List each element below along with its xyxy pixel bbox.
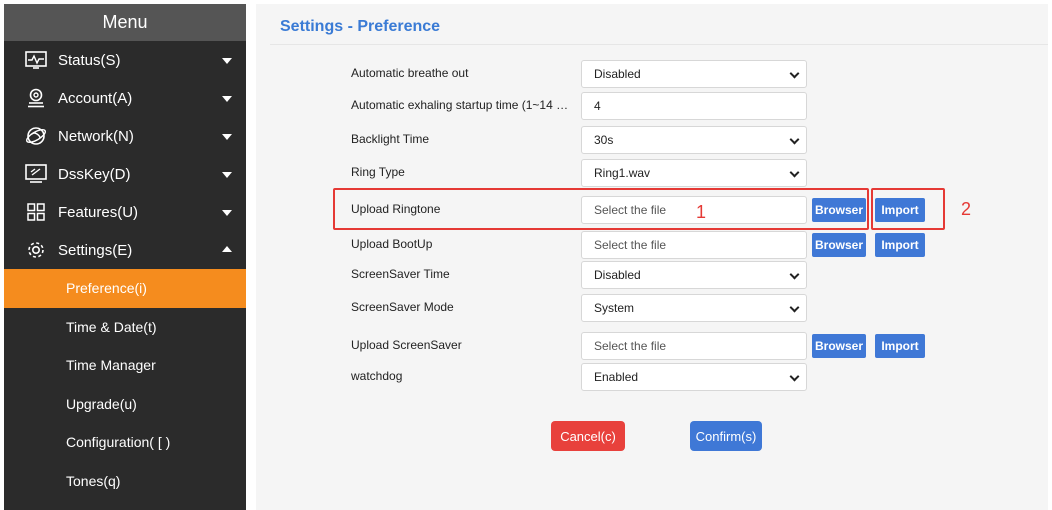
row-label: Ring Type	[351, 165, 405, 179]
row-label: Automatic breathe out	[351, 66, 469, 80]
chevron-down-icon	[222, 134, 232, 140]
file-placeholder: Select the file	[594, 339, 667, 353]
row-breathe-out: Automatic breathe out Disabled	[256, 60, 1048, 88]
monitor-pulse-icon	[24, 48, 48, 72]
row-watchdog: watchdog Enabled	[256, 363, 1048, 391]
main-panel: Settings - Preference Automatic breathe …	[256, 4, 1048, 510]
chevron-down-icon	[222, 58, 232, 64]
nav-item-network[interactable]: Network(N)	[4, 117, 246, 155]
select-value: System	[594, 301, 635, 315]
nav-item-account[interactable]: Account(A)	[4, 79, 246, 117]
highlight-box-1	[333, 188, 869, 230]
bootup-browser-button[interactable]: Browser	[812, 233, 866, 257]
chevron-up-icon	[222, 246, 232, 252]
chevron-down-icon	[789, 302, 800, 313]
select-value: Enabled	[594, 370, 639, 384]
annotation-number-1: 1	[696, 202, 707, 222]
dsskey-icon	[24, 162, 48, 186]
nav-label-settings: Settings(E)	[58, 241, 133, 259]
subnav-preference[interactable]: Preference(i)	[4, 269, 246, 308]
input-value: 4	[594, 99, 601, 113]
cancel-button[interactable]: Cancel(c)	[551, 421, 625, 451]
row-ring-type: Ring Type Ring1.wav	[256, 159, 1048, 187]
select-value: 30s	[594, 133, 614, 147]
row-label: Backlight Time	[351, 132, 430, 146]
subnav-time-manager[interactable]: Time Manager	[4, 346, 246, 385]
grid-icon	[24, 200, 48, 224]
row-label: ScreenSaver Time	[351, 267, 450, 281]
chevron-down-icon	[789, 371, 800, 382]
row-label: watchdog	[351, 369, 403, 383]
nav-item-status[interactable]: Status(S)	[4, 41, 246, 79]
row-exhale-startup: Automatic exhaling startup time (1~14 se…	[256, 92, 1048, 120]
annotation-number-2: 2	[961, 199, 972, 219]
chevron-down-icon	[222, 172, 232, 178]
select-value: Ring1.wav	[594, 166, 651, 180]
nav-item-features[interactable]: Features(U)	[4, 193, 246, 231]
highlight-box-2	[871, 188, 945, 230]
nav-label-status: Status(S)	[58, 51, 121, 69]
nav-item-dsskey[interactable]: DssKey(D)	[4, 155, 246, 193]
title-divider	[270, 44, 1048, 45]
nav-item-settings[interactable]: Settings(E)	[4, 231, 246, 269]
select-value: Disabled	[594, 268, 641, 282]
row-label: Upload BootUp	[351, 237, 433, 251]
screensaver-browser-button[interactable]: Browser	[812, 334, 866, 358]
row-screensaver-mode: ScreenSaver Mode System	[256, 294, 1048, 322]
screensaver-import-button[interactable]: Import	[875, 334, 925, 358]
chevron-down-icon	[789, 68, 800, 79]
screensaver-file-input[interactable]: Select the file	[581, 332, 807, 360]
app: Menu Status(S) Account(A) Network(N) Dss…	[0, 0, 1052, 510]
subnav-configuration[interactable]: Configuration( [ )	[4, 423, 246, 462]
sidebar: Menu Status(S) Account(A) Network(N) Dss…	[4, 4, 246, 510]
menu-header: Menu	[4, 4, 246, 41]
exhale-startup-input[interactable]: 4	[581, 92, 807, 120]
subnav-upgrade[interactable]: Upgrade(u)	[4, 385, 246, 424]
confirm-button[interactable]: Confirm(s)	[690, 421, 762, 451]
chevron-down-icon	[222, 96, 232, 102]
file-placeholder: Select the file	[594, 238, 667, 252]
subnav-time-date[interactable]: Time & Date(t)	[4, 308, 246, 347]
ring-type-select[interactable]: Ring1.wav	[581, 159, 807, 187]
screensaver-time-select[interactable]: Disabled	[581, 261, 807, 289]
network-globe-icon	[24, 124, 48, 148]
chevron-down-icon	[789, 134, 800, 145]
bootup-file-input[interactable]: Select the file	[581, 231, 807, 259]
row-screensaver-time: ScreenSaver Time Disabled	[256, 261, 1048, 289]
nav-label-features: Features(U)	[58, 203, 139, 221]
gear-icon	[24, 238, 48, 262]
watchdog-select[interactable]: Enabled	[581, 363, 807, 391]
backlight-time-select[interactable]: 30s	[581, 126, 807, 154]
row-label: Automatic exhaling startup time (1~14 se…	[351, 98, 573, 112]
account-icon	[24, 86, 48, 110]
row-label: ScreenSaver Mode	[351, 300, 454, 314]
row-backlight-time: Backlight Time 30s	[256, 126, 1048, 154]
screensaver-mode-select[interactable]: System	[581, 294, 807, 322]
select-value: Disabled	[594, 67, 641, 81]
row-label: Upload ScreenSaver	[351, 338, 462, 352]
nav-label-account: Account(A)	[58, 89, 133, 107]
nav-label-dsskey: DssKey(D)	[58, 165, 131, 183]
nav-label-network: Network(N)	[58, 127, 134, 145]
row-upload-screensaver: Upload ScreenSaver Select the file Brows…	[256, 332, 1048, 360]
chevron-down-icon	[222, 210, 232, 216]
breathe-out-select[interactable]: Disabled	[581, 60, 807, 88]
chevron-down-icon	[789, 167, 800, 178]
bootup-import-button[interactable]: Import	[875, 233, 925, 257]
subnav-tones[interactable]: Tones(q)	[4, 462, 246, 501]
page-title: Settings - Preference	[280, 18, 441, 35]
chevron-down-icon	[789, 269, 800, 280]
row-upload-bootup: Upload BootUp Select the file Browser Im…	[256, 231, 1048, 259]
